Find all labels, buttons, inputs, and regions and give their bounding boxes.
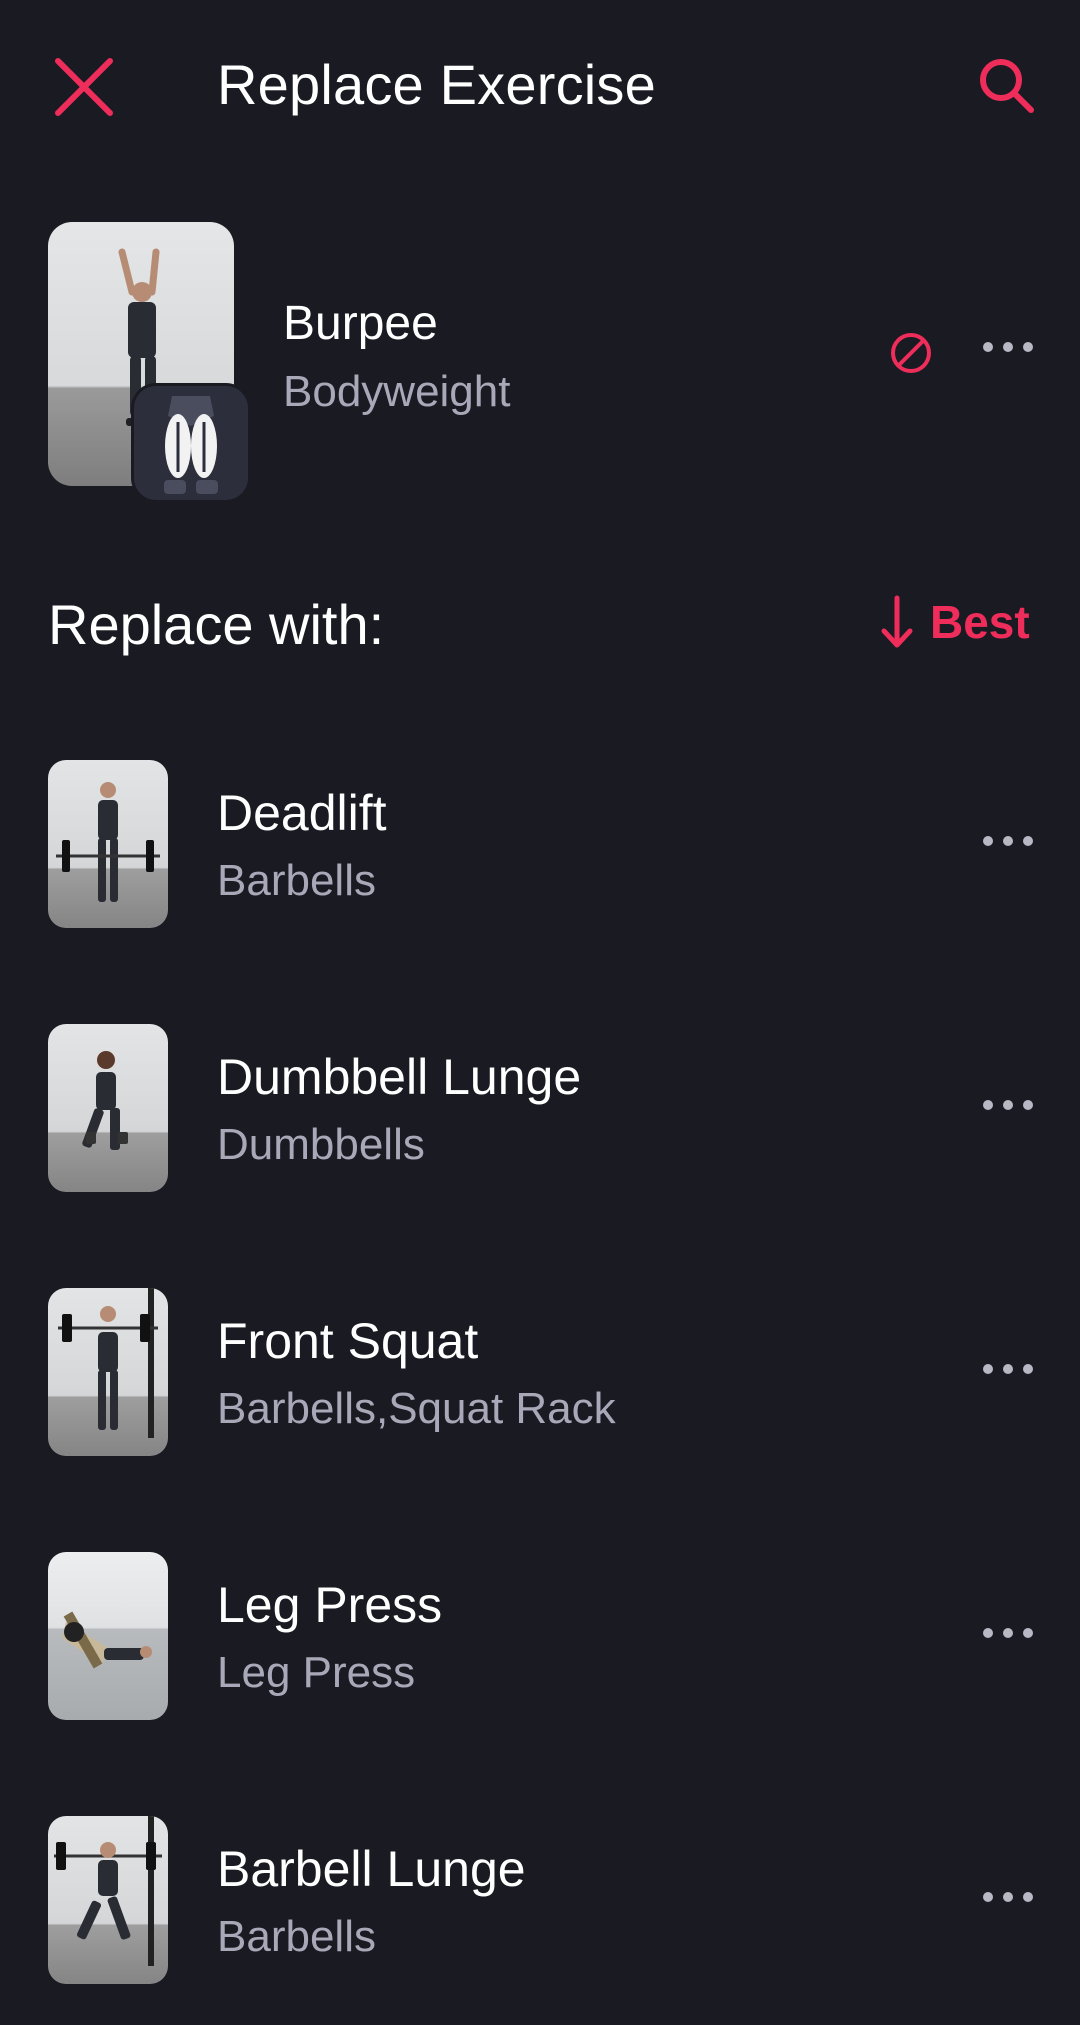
sort-label: Best xyxy=(930,596,1030,648)
exercise-equipment: Barbells xyxy=(217,856,376,905)
close-icon xyxy=(55,58,113,116)
list-item[interactable]: Dumbbell Lunge Dumbbells xyxy=(0,1022,1080,1286)
exercise-equipment: Leg Press xyxy=(217,1648,416,1697)
exercise-thumbnail xyxy=(48,1024,168,1192)
exercise-equipment: Barbells xyxy=(217,1912,376,1961)
current-exercise-name: Burpee xyxy=(283,297,438,350)
replace-with-heading: Replace with: xyxy=(48,593,385,656)
list-item[interactable]: Leg Press Leg Press xyxy=(0,1550,1080,1814)
exercise-name: Front Squat xyxy=(217,1313,479,1369)
exercise-equipment: Dumbbells xyxy=(217,1120,425,1169)
close-button[interactable] xyxy=(52,55,116,119)
exercise-thumbnail xyxy=(48,760,168,928)
header: Replace Exercise xyxy=(0,0,1080,170)
sort-button[interactable]: Best xyxy=(880,590,1030,654)
more-horizontal-icon xyxy=(983,1100,1033,1110)
more-options-button[interactable] xyxy=(980,1618,1036,1648)
more-horizontal-icon xyxy=(983,342,1033,352)
search-icon xyxy=(980,59,1034,113)
exercise-name: Dumbbell Lunge xyxy=(217,1049,582,1105)
more-options-button[interactable] xyxy=(980,1882,1036,1912)
exercise-thumbnail xyxy=(48,1288,168,1456)
more-options-button[interactable] xyxy=(980,332,1036,362)
exercise-name: Deadlift xyxy=(217,785,387,841)
replacement-list: Deadlift Barbells Dumbbell Lunge Dumbbel… xyxy=(0,758,1080,2025)
current-exercise-equipment: Bodyweight xyxy=(283,367,511,416)
exercise-name: Leg Press xyxy=(217,1577,443,1633)
more-horizontal-icon xyxy=(983,1364,1033,1374)
arrow-down-icon xyxy=(881,595,913,648)
replace-exercise-screen: Replace Exercise Burpee Bodyweight Repla… xyxy=(0,0,1080,2025)
block-icon xyxy=(891,333,931,373)
exercise-thumbnail xyxy=(48,1816,168,1984)
more-options-button[interactable] xyxy=(980,1090,1036,1120)
page-title: Replace Exercise xyxy=(217,53,656,116)
more-options-button[interactable] xyxy=(980,1354,1036,1384)
list-item[interactable]: Front Squat Barbells,Squat Rack xyxy=(0,1286,1080,1550)
exercise-equipment: Barbells,Squat Rack xyxy=(217,1384,616,1433)
more-options-button[interactable] xyxy=(980,826,1036,856)
exercise-thumbnail xyxy=(48,1552,168,1720)
exercise-name: Barbell Lunge xyxy=(217,1841,526,1897)
more-horizontal-icon xyxy=(983,1892,1033,1902)
list-item[interactable]: Deadlift Barbells xyxy=(0,758,1080,1022)
muscle-group-icon xyxy=(134,386,248,500)
more-horizontal-icon xyxy=(983,1628,1033,1638)
current-exercise[interactable]: Burpee Bodyweight xyxy=(0,220,1080,510)
more-horizontal-icon xyxy=(983,836,1033,846)
block-exercise-button[interactable] xyxy=(888,330,934,376)
list-item[interactable]: Barbell Lunge Barbells xyxy=(0,1814,1080,2025)
search-button[interactable] xyxy=(975,54,1039,118)
